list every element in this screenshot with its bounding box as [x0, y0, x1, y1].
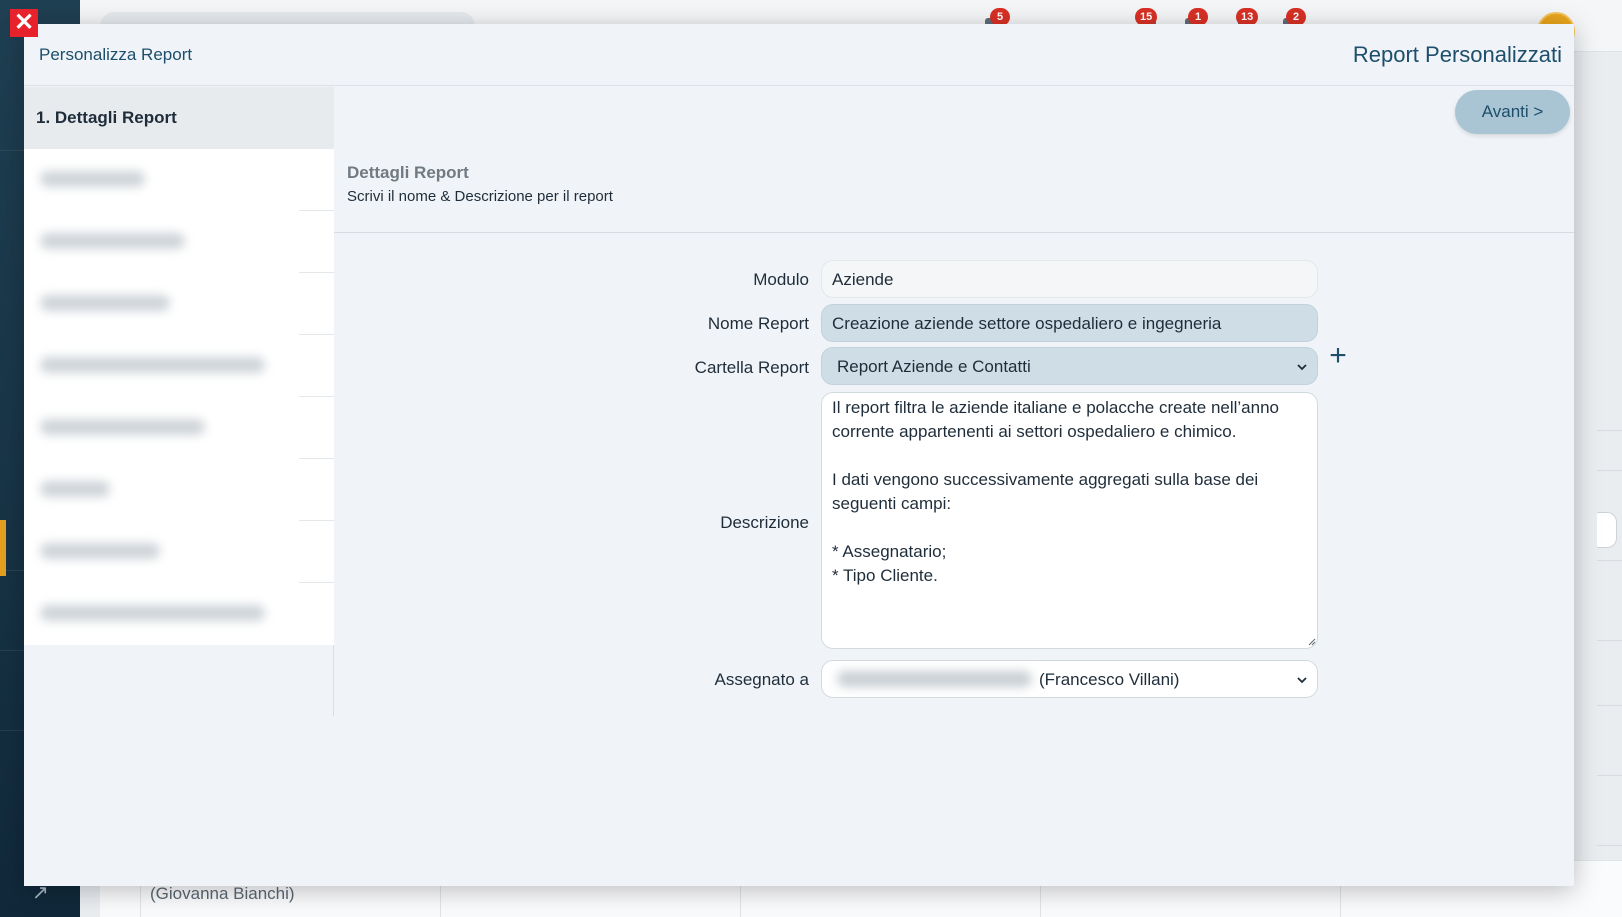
plus-icon[interactable]: +: [1325, 341, 1351, 371]
blurred-step-label: [40, 419, 205, 435]
section-title: Dettagli Report: [347, 163, 469, 182]
module-label: Modulo: [753, 270, 809, 289]
module-field: Aziende: [821, 260, 1318, 298]
assigned-to-label: Assegnato a: [714, 670, 809, 689]
table-divider: [1597, 845, 1622, 846]
wizard-step[interactable]: [24, 149, 334, 211]
blurred-step-label: [40, 171, 145, 187]
modal-header: Personalizza Report Report Personalizzat…: [24, 24, 1574, 86]
blurred-step-label: [40, 295, 170, 311]
sidebar-active-indicator: [0, 520, 6, 576]
wizard-step[interactable]: [24, 583, 334, 645]
report-folder-label: Cartella Report: [694, 358, 809, 377]
wizard-step-details[interactable]: 1. Dettagli Report: [24, 87, 334, 149]
next-button[interactable]: Avanti >: [1455, 90, 1570, 134]
table-divider: [1597, 640, 1622, 641]
table-divider: [1597, 560, 1622, 561]
blurred-step-label: [40, 543, 160, 559]
report-name-label: Nome Report: [707, 314, 809, 333]
table-divider: [1597, 430, 1622, 431]
blurred-assignee-name: [837, 671, 1032, 687]
blurred-step-label: [40, 605, 265, 621]
table-divider: [1597, 470, 1622, 471]
modal-breadcrumb: Personalizza Report: [39, 45, 193, 64]
chevron-down-icon: [1297, 677, 1307, 684]
report-folder-select[interactable]: Report Aziende e Contatti: [821, 347, 1318, 385]
customize-report-modal: Personalizza Report Report Personalizzat…: [24, 24, 1574, 886]
blurred-step-label: [40, 481, 110, 497]
wizard-step[interactable]: [24, 335, 334, 397]
blurred-step-label: [40, 357, 265, 373]
table-filter-pill[interactable]: [1597, 512, 1617, 548]
report-folder-value: Report Aziende e Contatti: [837, 357, 1031, 376]
wizard-step[interactable]: [24, 521, 334, 583]
table-divider: [1597, 775, 1622, 776]
table-cell-assignee: (Giovanna Bianchi): [150, 884, 295, 903]
wizard-step[interactable]: [24, 273, 334, 335]
description-label: Descrizione: [720, 513, 809, 532]
table-divider: [1597, 705, 1622, 706]
modal-title: Report Personalizzati: [1352, 42, 1562, 67]
resize-handle-icon[interactable]: [1306, 636, 1316, 646]
description-textarea[interactable]: Il report filtra le aziende italiane e p…: [821, 392, 1318, 649]
close-icon[interactable]: ✕: [10, 9, 38, 37]
wizard-step[interactable]: [24, 211, 334, 273]
wizard-step-label: 1. Dettagli Report: [36, 108, 177, 127]
blurred-step-label: [40, 233, 185, 249]
wizard-step[interactable]: [24, 397, 334, 459]
wizard-steps: 1. Dettagli Report: [24, 87, 334, 716]
section-subtitle: Scrivi il nome & Descrizione per il repo…: [347, 188, 613, 205]
wizard-step[interactable]: [24, 459, 334, 521]
chevron-down-icon: [1297, 364, 1307, 371]
report-name-input[interactable]: Creazione aziende settore ospedaliero e …: [821, 304, 1318, 342]
assigned-to-value: (Francesco Villani): [1039, 670, 1180, 689]
section-divider: [334, 232, 1574, 233]
assigned-to-select[interactable]: (Francesco Villani): [821, 660, 1318, 698]
